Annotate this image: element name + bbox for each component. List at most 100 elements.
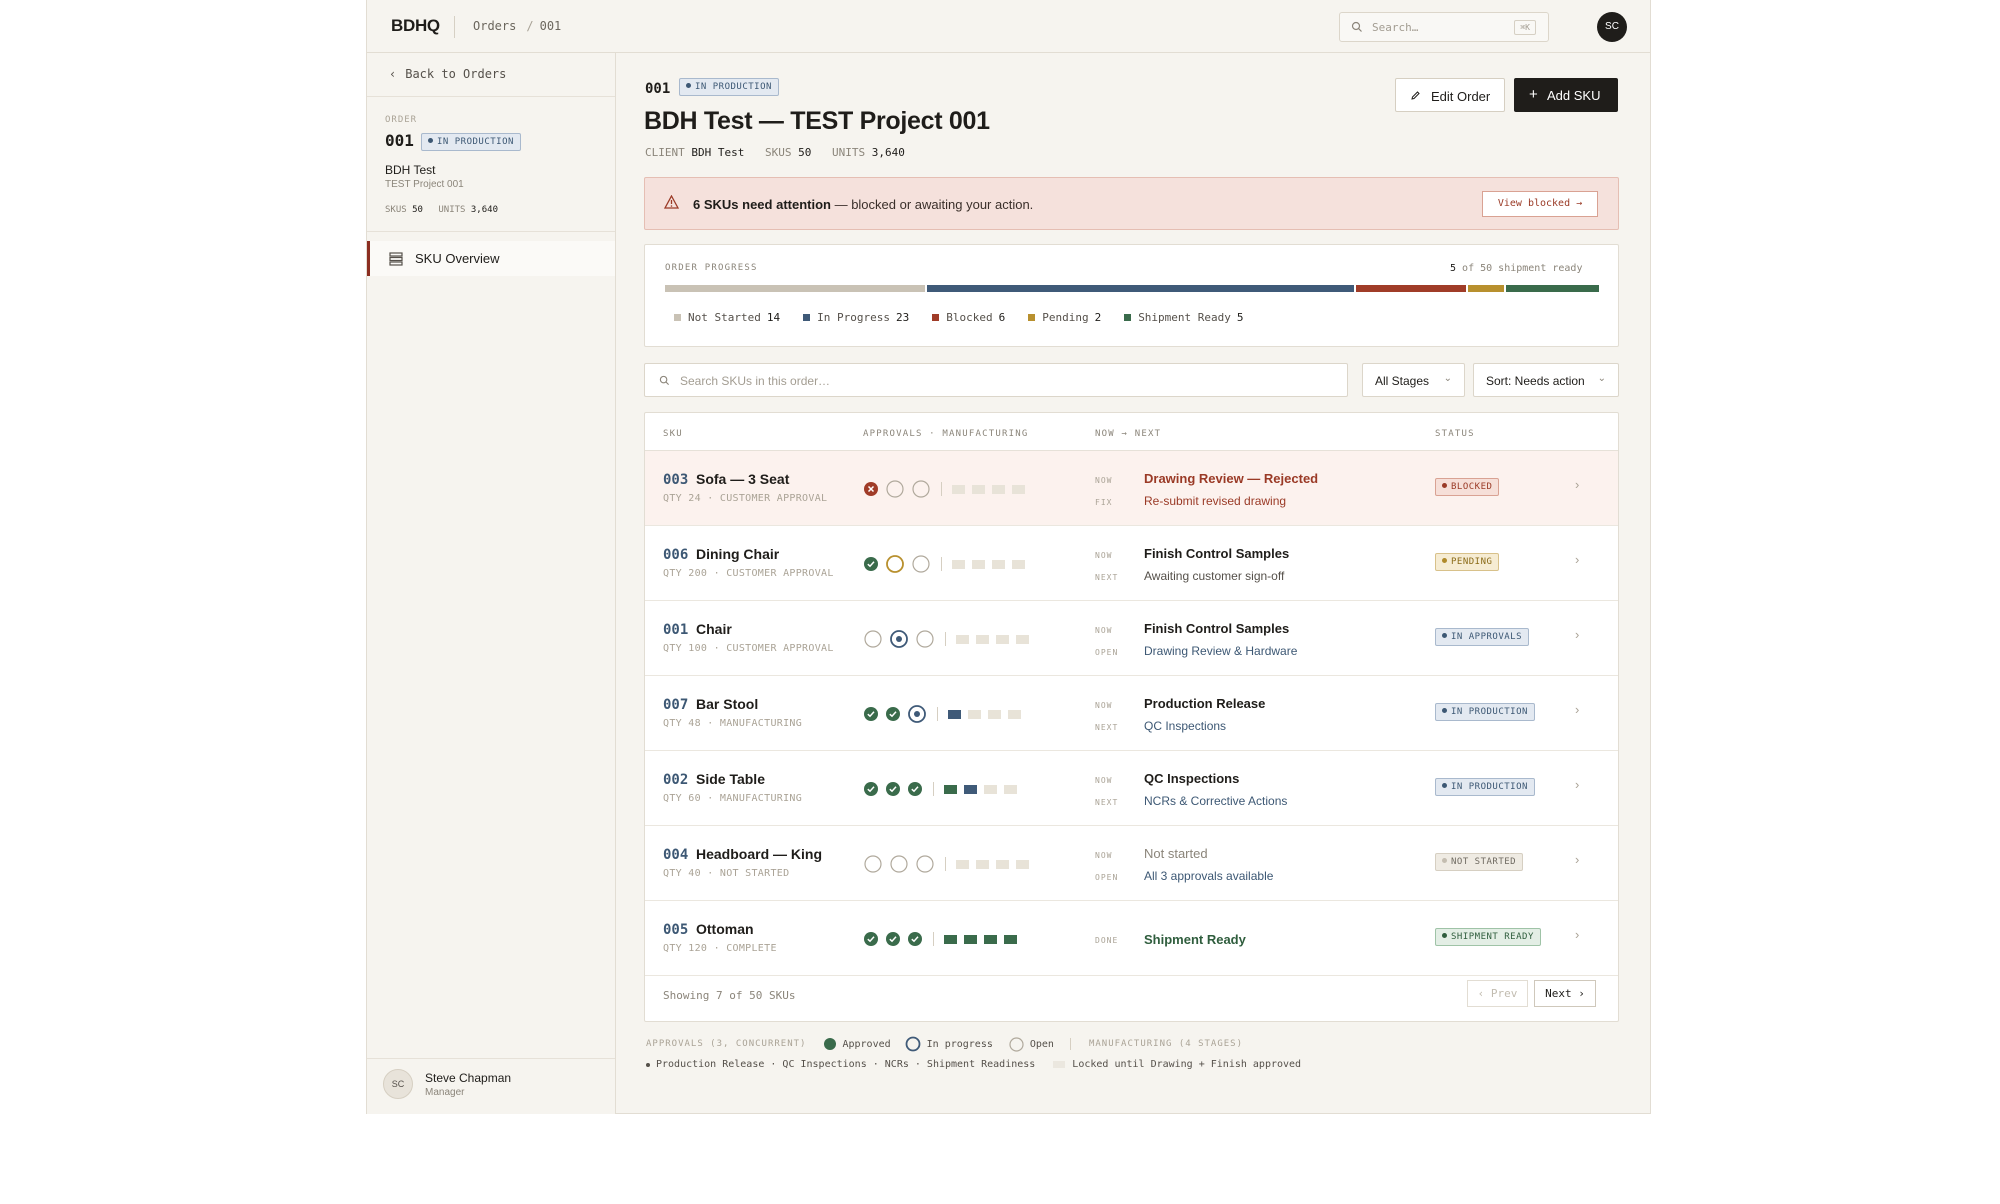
manufacturing-stage bbox=[988, 709, 1001, 719]
chevron-right-icon[interactable]: › bbox=[1575, 852, 1579, 867]
table-row[interactable]: 007 Bar Stool QTY 48 · MANUFACTURING NOW NEX… bbox=[645, 676, 1618, 751]
sku-name[interactable]: Bar Stool bbox=[696, 696, 758, 712]
approved-check-icon bbox=[864, 707, 878, 721]
divider bbox=[941, 557, 942, 571]
attention-alert: 6 SKUs need attention — blocked or await… bbox=[644, 177, 1619, 230]
sku-name[interactable]: Ottoman bbox=[696, 921, 754, 937]
sku-id[interactable]: 002 bbox=[663, 772, 688, 788]
status-label: IN PRODUCTION bbox=[695, 82, 772, 92]
now-label: NOW bbox=[1095, 701, 1113, 710]
user-avatar[interactable]: SC bbox=[1597, 12, 1627, 42]
table-row[interactable]: 006 Dining Chair QTY 200 · CUSTOMER APPROV… bbox=[645, 526, 1618, 601]
client-name: BDH Test bbox=[385, 163, 436, 177]
add-sku-button[interactable]: + Add SKU bbox=[1514, 78, 1618, 112]
app-logo[interactable]: BDHQ bbox=[391, 16, 440, 36]
sku-id[interactable]: 005 bbox=[663, 922, 688, 938]
approvals-legend: APPROVALS (3, CONCURRENT) Approved In pr… bbox=[646, 1036, 1243, 1052]
warning-icon bbox=[664, 195, 679, 209]
next-step: Awaiting customer sign-off bbox=[1144, 569, 1285, 583]
sidebar-item-sku-overview[interactable]: SKU Overview bbox=[367, 241, 615, 276]
edit-order-button[interactable]: Edit Order bbox=[1395, 78, 1505, 112]
approved-check-icon bbox=[886, 932, 900, 946]
manufacturing-stage bbox=[948, 709, 961, 719]
alert-text: 6 SKUs need attention — blocked or await… bbox=[693, 197, 1033, 212]
client-label: CLIENT bbox=[645, 146, 685, 159]
bullet-icon bbox=[646, 1062, 650, 1067]
legend-count: 23 bbox=[895, 311, 910, 324]
legend-swatch bbox=[674, 314, 681, 321]
manufacturing-stage bbox=[964, 784, 977, 794]
sku-id[interactable]: 001 bbox=[663, 622, 688, 638]
legend-open: Open bbox=[1029, 1038, 1054, 1050]
global-search-input[interactable]: Search… ⌘K bbox=[1339, 12, 1549, 42]
sku-id[interactable]: 003 bbox=[663, 472, 688, 488]
stage-select[interactable]: All Stages ⌄ bbox=[1362, 363, 1465, 397]
skus-label: SKUS bbox=[385, 205, 407, 215]
breadcrumb-orders[interactable]: Orders bbox=[473, 19, 516, 33]
chevron-right-icon[interactable]: › bbox=[1575, 552, 1579, 567]
chevron-down-icon: ⌄ bbox=[1597, 373, 1606, 384]
status-label: IN PRODUCTION bbox=[1451, 707, 1528, 717]
progress-segment bbox=[665, 285, 925, 292]
sku-search-input[interactable]: Search SKUs in this order… bbox=[644, 363, 1348, 397]
legend-swatch bbox=[803, 314, 811, 321]
app-window: BDHQ Orders / 001 Search… ⌘K SC ‹ Back to O… bbox=[366, 0, 1651, 1114]
order-number: 001 bbox=[645, 81, 671, 97]
next-label: FIX bbox=[1095, 498, 1113, 507]
legend-item: Not Started 14 bbox=[674, 311, 780, 324]
back-to-orders-link[interactable]: ‹ Back to Orders bbox=[389, 67, 506, 81]
sku-name[interactable]: Sofa — 3 Seat bbox=[696, 471, 789, 487]
view-blocked-button[interactable]: View blocked → bbox=[1482, 191, 1598, 217]
chevron-right-icon[interactable]: › bbox=[1575, 777, 1579, 792]
sku-name[interactable]: Side Table bbox=[696, 771, 765, 787]
sku-meta: QTY 48 · MANUFACTURING bbox=[663, 718, 803, 729]
chevron-right-icon[interactable]: › bbox=[1575, 627, 1579, 642]
status-label: NOT STARTED bbox=[1451, 857, 1517, 867]
next-page-button[interactable]: Next › bbox=[1534, 980, 1596, 1007]
sku-id[interactable]: 006 bbox=[663, 547, 688, 563]
next-step[interactable]: NCRs & Corrective Actions bbox=[1144, 794, 1287, 808]
legend-label: Shipment Ready bbox=[1138, 311, 1231, 324]
sidebar: ‹ Back to Orders ORDER 001 IN PRODUCTION … bbox=[367, 53, 616, 1114]
table-row[interactable]: 001 Chair QTY 100 · CUSTOMER APPROVAL NOW OP… bbox=[645, 601, 1618, 676]
legend-label: Not Started bbox=[688, 311, 761, 324]
now-label: NOW bbox=[1095, 776, 1113, 785]
table-row[interactable]: 005 Ottoman QTY 120 · COMPLETE DONE Shipment… bbox=[645, 901, 1618, 976]
sort-select[interactable]: Sort: Needs action ⌄ bbox=[1473, 363, 1619, 397]
column-header-status[interactable]: STATUS bbox=[1435, 429, 1475, 439]
legend-count: 2 bbox=[1094, 311, 1102, 324]
now-step: Drawing Review — Rejected bbox=[1144, 471, 1319, 486]
progress-segment bbox=[1468, 285, 1504, 292]
user-avatar[interactable]: SC bbox=[383, 1069, 413, 1099]
open-circle-icon bbox=[864, 855, 882, 873]
manufacturing-stage bbox=[984, 934, 997, 944]
table-row[interactable]: 004 Headboard — King QTY 40 · NOT STARTED N… bbox=[645, 826, 1618, 901]
prev-page-button[interactable]: ‹ Prev bbox=[1467, 980, 1528, 1007]
sku-name[interactable]: Chair bbox=[696, 621, 732, 637]
sku-id[interactable]: 004 bbox=[663, 847, 688, 863]
next-step[interactable]: All 3 approvals available bbox=[1144, 869, 1273, 883]
chevron-right-icon[interactable]: › bbox=[1575, 927, 1579, 942]
now-label: DONE bbox=[1095, 936, 1119, 945]
next-step[interactable]: Drawing Review & Hardware bbox=[1144, 644, 1297, 658]
column-header-sku[interactable]: SKU bbox=[663, 429, 683, 439]
sku-name[interactable]: Headboard — King bbox=[696, 846, 822, 862]
chevron-right-icon[interactable]: › bbox=[1575, 702, 1579, 717]
next-step[interactable]: QC Inspections bbox=[1144, 719, 1226, 733]
pending-circle-icon bbox=[886, 555, 904, 573]
table-row[interactable]: 002 Side Table QTY 60 · MANUFACTURING NOW NE… bbox=[645, 751, 1618, 826]
table-row[interactable]: 003 Sofa — 3 Seat QTY 24 · CUSTOMER APPROV… bbox=[645, 451, 1618, 526]
next-label: OPEN bbox=[1095, 648, 1119, 657]
manufacturing-stage bbox=[1016, 634, 1029, 644]
sku-id[interactable]: 007 bbox=[663, 697, 688, 713]
divider bbox=[941, 482, 942, 496]
sku-name[interactable]: Dining Chair bbox=[696, 546, 779, 562]
status-badge: PENDING bbox=[1435, 553, 1500, 571]
chevron-right-icon[interactable]: › bbox=[1575, 477, 1579, 492]
manufacturing-stage bbox=[952, 484, 965, 494]
manufacturing-stage bbox=[996, 859, 1009, 869]
legend-item: Blocked 6 bbox=[932, 311, 1005, 324]
status-label: IN PRODUCTION bbox=[437, 137, 514, 147]
open-circle-icon bbox=[912, 480, 930, 498]
next-label: NEXT bbox=[1095, 798, 1119, 807]
